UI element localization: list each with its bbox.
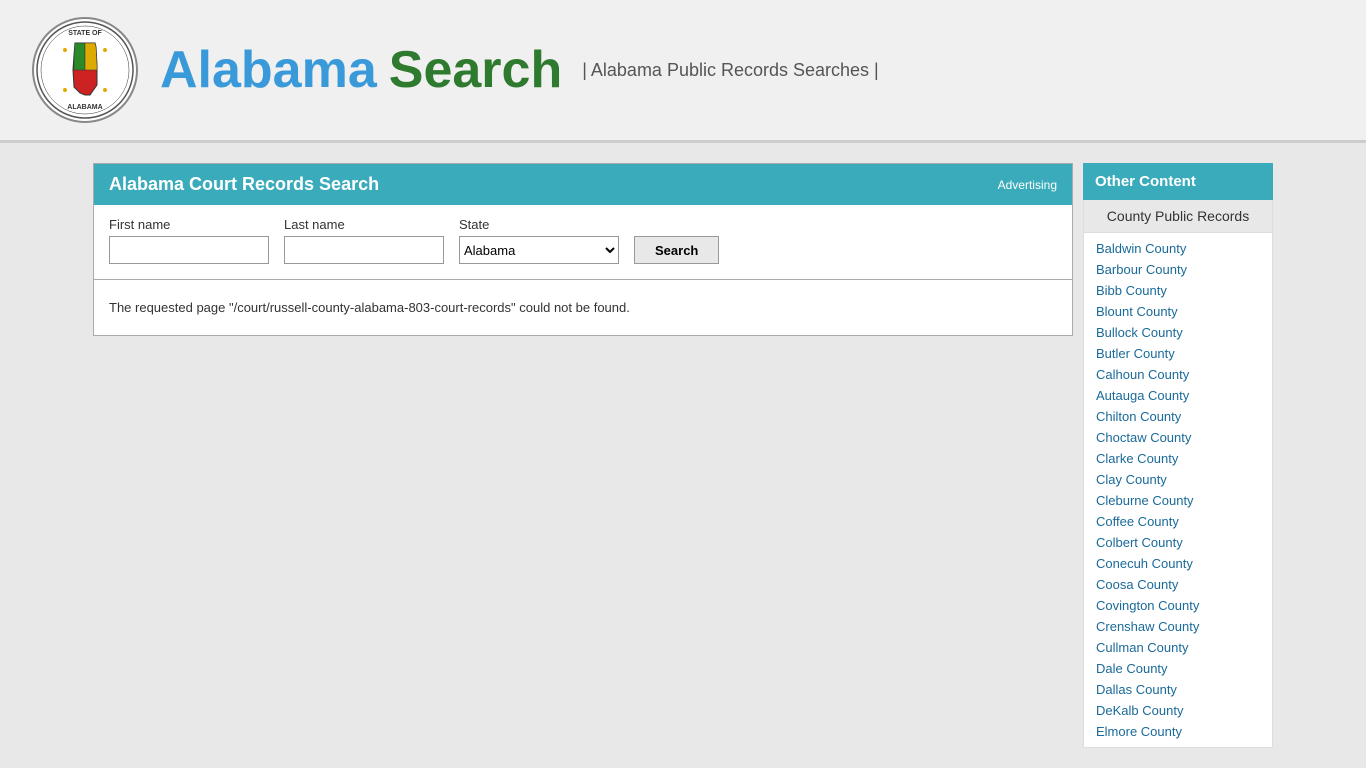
county-link[interactable]: Choctaw County bbox=[1084, 427, 1272, 448]
county-link[interactable]: DeKalb County bbox=[1084, 700, 1272, 721]
county-link[interactable]: Bibb County bbox=[1084, 280, 1272, 301]
search-header: Alabama Court Records Search Advertising bbox=[94, 164, 1072, 205]
county-link[interactable]: Coosa County bbox=[1084, 574, 1272, 595]
county-link[interactable]: Crenshaw County bbox=[1084, 616, 1272, 637]
state-label: State bbox=[459, 217, 619, 232]
county-link[interactable]: Cullman County bbox=[1084, 637, 1272, 658]
last-name-group: Last name bbox=[284, 217, 444, 264]
form-row: First name Last name State AlabamaAlaska… bbox=[109, 217, 1057, 264]
site-title: Alabama Search | Alabama Public Records … bbox=[160, 40, 879, 100]
page-header: STATE OF ALABAMA Alabama Search | Alabam… bbox=[0, 0, 1366, 143]
county-link[interactable]: Clay County bbox=[1084, 469, 1272, 490]
county-link[interactable]: Coffee County bbox=[1084, 511, 1272, 532]
search-section-title: Alabama Court Records Search bbox=[109, 174, 379, 195]
advertising-label: Advertising bbox=[998, 178, 1057, 192]
sidebar-header: Other Content bbox=[1083, 163, 1273, 200]
state-select[interactable]: AlabamaAlaskaArizonaArkansasCaliforniaCo… bbox=[459, 236, 619, 264]
svg-text:ALABAMA: ALABAMA bbox=[67, 104, 102, 111]
county-list: Baldwin CountyBarbour CountyBibb CountyB… bbox=[1084, 233, 1272, 747]
county-link[interactable]: Dale County bbox=[1084, 658, 1272, 679]
title-search: Search bbox=[389, 40, 562, 100]
alabama-seal: STATE OF ALABAMA bbox=[30, 15, 140, 125]
error-message: The requested page "/court/russell-count… bbox=[109, 300, 1057, 315]
county-link[interactable]: Chilton County bbox=[1084, 406, 1272, 427]
last-name-input[interactable] bbox=[284, 236, 444, 264]
county-link[interactable]: Blount County bbox=[1084, 301, 1272, 322]
sidebar: Other Content County Public Records Bald… bbox=[1083, 163, 1273, 748]
county-link[interactable]: Colbert County bbox=[1084, 532, 1272, 553]
last-name-label: Last name bbox=[284, 217, 444, 232]
main-layout: Alabama Court Records Search Advertising… bbox=[83, 163, 1283, 748]
site-tagline: | Alabama Public Records Searches | bbox=[582, 60, 879, 81]
county-link[interactable]: Butler County bbox=[1084, 343, 1272, 364]
search-box: Alabama Court Records Search Advertising… bbox=[93, 163, 1073, 280]
first-name-group: First name bbox=[109, 217, 269, 264]
county-link[interactable]: Clarke County bbox=[1084, 448, 1272, 469]
county-link[interactable]: Conecuh County bbox=[1084, 553, 1272, 574]
state-group: State AlabamaAlaskaArizonaArkansasCalifo… bbox=[459, 217, 619, 264]
center-panel: Alabama Court Records Search Advertising… bbox=[93, 163, 1073, 748]
county-records-header: County Public Records bbox=[1084, 200, 1272, 233]
search-button[interactable]: Search bbox=[634, 236, 719, 264]
county-link[interactable]: Bullock County bbox=[1084, 322, 1272, 343]
svg-text:STATE OF: STATE OF bbox=[68, 30, 102, 37]
search-form: First name Last name State AlabamaAlaska… bbox=[94, 205, 1072, 279]
county-link[interactable]: Covington County bbox=[1084, 595, 1272, 616]
title-alabama: Alabama bbox=[160, 40, 377, 100]
county-link[interactable]: Autauga County bbox=[1084, 385, 1272, 406]
county-link[interactable]: Calhoun County bbox=[1084, 364, 1272, 385]
first-name-label: First name bbox=[109, 217, 269, 232]
error-box: The requested page "/court/russell-count… bbox=[93, 280, 1073, 336]
first-name-input[interactable] bbox=[109, 236, 269, 264]
county-link[interactable]: Dallas County bbox=[1084, 679, 1272, 700]
sidebar-content: County Public Records Baldwin CountyBarb… bbox=[1083, 200, 1273, 748]
county-link[interactable]: Elmore County bbox=[1084, 721, 1272, 742]
county-link[interactable]: Baldwin County bbox=[1084, 238, 1272, 259]
county-link[interactable]: Cleburne County bbox=[1084, 490, 1272, 511]
county-link[interactable]: Barbour County bbox=[1084, 259, 1272, 280]
